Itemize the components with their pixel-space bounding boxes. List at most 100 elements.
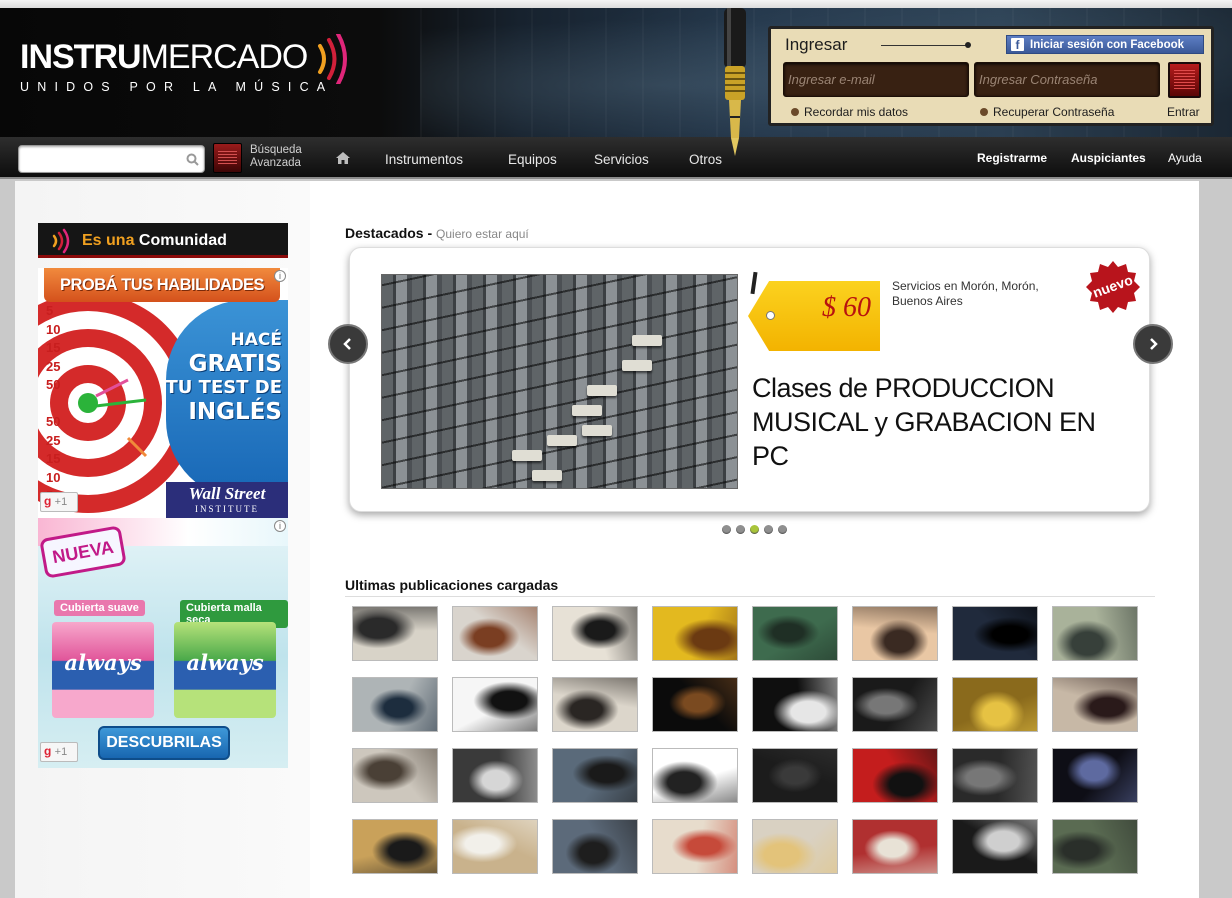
thumb-pedal[interactable] (852, 606, 938, 661)
featured-carousel[interactable]: $ 60 Servicios en Morón, Morón, Buenos A… (349, 247, 1150, 512)
facebook-login-label: Iniciar sesión con Facebook (1030, 38, 1185, 51)
ad1-headline: HACÉ GRATIS TU TEST DE INGLÉS (165, 330, 282, 425)
login-title: Ingresar (785, 35, 848, 54)
thumb-red-guitar[interactable] (852, 819, 938, 874)
featured-link[interactable]: Quiero estar aquí (436, 227, 529, 241)
site-logo[interactable]: INSTRUMERCADO UNIDOS POR LA MÚSICA (20, 34, 347, 94)
thumb-hartke-amp[interactable] (852, 748, 938, 803)
search-input[interactable] (18, 145, 205, 173)
email-field[interactable]: Ingresar e-mail (783, 62, 969, 97)
ad-wall-street-institute[interactable]: 51015255075502515105 PROBÁ TUS HABILIDAD… (38, 268, 288, 518)
recover-password-link[interactable]: Recuperar Contraseña (980, 105, 1114, 119)
thumb-blackswan[interactable] (552, 819, 638, 874)
thumb-flying-v[interactable] (352, 819, 438, 874)
thumb-saxophone[interactable] (552, 677, 638, 732)
featured-price: $ 60 (822, 292, 871, 323)
featured-image-mixer[interactable] (381, 274, 738, 489)
featured-location: Servicios en Morón, Morón, Buenos Aires (892, 279, 1039, 308)
advanced-search-label-1: Búsqueda (250, 144, 302, 156)
thumb-cymbal[interactable] (952, 677, 1038, 732)
thumb-effects-unit[interactable] (1052, 606, 1138, 661)
carousel-next-button[interactable] (1133, 324, 1173, 364)
featured-headline[interactable]: Clases de PRODUCCION MUSICAL y GRABACION… (752, 371, 1132, 473)
ad2-product-left: always (52, 622, 154, 718)
thumb-peavey-amp[interactable] (952, 819, 1038, 874)
thumb-cable[interactable] (652, 748, 738, 803)
ad1-banner: PROBÁ TUS HABILIDADES (44, 268, 280, 302)
nav-equipos[interactable]: Equipos (508, 152, 557, 167)
ad1-brand: Wall Street INSTITUTE (166, 482, 288, 518)
ad-info-icon[interactable]: i (274, 270, 286, 282)
home-icon[interactable] (336, 152, 350, 164)
remember-checkbox[interactable]: Recordar mis datos (791, 105, 908, 119)
thumb-les-paul[interactable] (752, 819, 838, 874)
facebook-login-button[interactable]: f Iniciar sesión con Facebook (1006, 35, 1204, 54)
carousel-dot[interactable] (764, 525, 773, 534)
thumb-guitar-wall[interactable] (652, 819, 738, 874)
nav-instrumentos[interactable]: Instrumentos (385, 152, 463, 167)
thumb-radio[interactable] (352, 677, 438, 732)
chevron-left-icon (343, 337, 351, 350)
carousel-dot[interactable] (736, 525, 745, 534)
thumb-ukulele[interactable] (652, 606, 738, 661)
thumb-guitar-case[interactable] (552, 606, 638, 661)
community-title: Es una Comunidad (82, 232, 227, 250)
thumb-artist-zone[interactable] (652, 677, 738, 732)
community-word: Comunidad (138, 232, 227, 249)
thumb-amplifier[interactable] (752, 606, 838, 661)
carousel-prev-button[interactable] (328, 324, 368, 364)
price-tag-string (750, 271, 758, 295)
thumb-white-guitar[interactable] (452, 819, 538, 874)
sound-waves-icon (318, 34, 347, 84)
recover-label: Recuperar Contraseña (993, 105, 1115, 119)
thumb-screen[interactable] (1052, 748, 1138, 803)
carousel-dots (722, 525, 787, 534)
thumb-bass-drum[interactable] (352, 606, 438, 661)
ad-always[interactable]: NUEVA Cubierta suave Cubierta malla seca… (38, 518, 288, 768)
thumb-stratocaster[interactable] (752, 677, 838, 732)
thumb-pedalboard[interactable] (1052, 819, 1138, 874)
ad1-scores: 51015255075502515105 (46, 303, 61, 503)
thumb-gear-set[interactable] (352, 748, 438, 803)
thumb-dark-guitar[interactable] (1052, 677, 1138, 732)
thumb-telecaster[interactable] (452, 677, 538, 732)
thumb-bass-guitar[interactable] (952, 606, 1038, 661)
thumb-boxed-device[interactable] (552, 748, 638, 803)
advanced-search-link[interactable]: Búsqueda Avanzada (250, 144, 302, 170)
thumb-clear-drum[interactable] (452, 748, 538, 803)
thumb-speaker-cab[interactable] (752, 748, 838, 803)
thumb-subwoofer[interactable] (952, 748, 1038, 803)
ad-info-icon[interactable]: i (274, 520, 286, 532)
thumb-wooden-board[interactable] (452, 606, 538, 661)
search-icon[interactable] (186, 153, 199, 166)
nav-servicios[interactable]: Servicios (594, 152, 649, 167)
gplus-button[interactable]: g +1 (40, 742, 78, 762)
latest-title: Ultimas publicaciones cargadas (345, 577, 559, 593)
register-link[interactable]: Registrarme (977, 151, 1047, 165)
featured-title: Destacados (345, 225, 424, 241)
advanced-search-icon[interactable] (213, 143, 242, 173)
radio-dot-icon (980, 108, 988, 116)
help-link[interactable]: Ayuda (1168, 151, 1202, 165)
new-badge: nuevo (1086, 261, 1140, 313)
browser-strip (0, 0, 1232, 8)
thumb-rack-amp[interactable] (852, 677, 938, 732)
radio-dot-icon (791, 108, 799, 116)
carousel-dot[interactable] (722, 525, 731, 534)
logo-wordmark: INSTRUMERCADO (20, 38, 308, 76)
sound-waves-icon (52, 228, 70, 254)
gplus-button[interactable]: g +1 (40, 492, 78, 512)
carousel-dot[interactable] (778, 525, 787, 534)
login-submit-icon[interactable] (1168, 62, 1201, 98)
community-prefix: Es una (82, 232, 135, 249)
carousel-dot-active[interactable] (750, 525, 759, 534)
enter-button[interactable]: Entrar (1167, 105, 1200, 119)
site-tagline: UNIDOS POR LA MÚSICA (20, 80, 334, 94)
login-panel: Ingresar f Iniciar sesión con Facebook I… (768, 26, 1214, 126)
password-field[interactable]: Ingresar Contraseña (974, 62, 1160, 97)
audio-jack-icon (724, 8, 746, 156)
latest-grid (352, 606, 1152, 874)
ad2-label-left: Cubierta suave (54, 600, 145, 616)
sponsors-link[interactable]: Auspiciantes (1071, 151, 1146, 165)
discover-button[interactable]: DESCUBRILAS (98, 726, 230, 760)
